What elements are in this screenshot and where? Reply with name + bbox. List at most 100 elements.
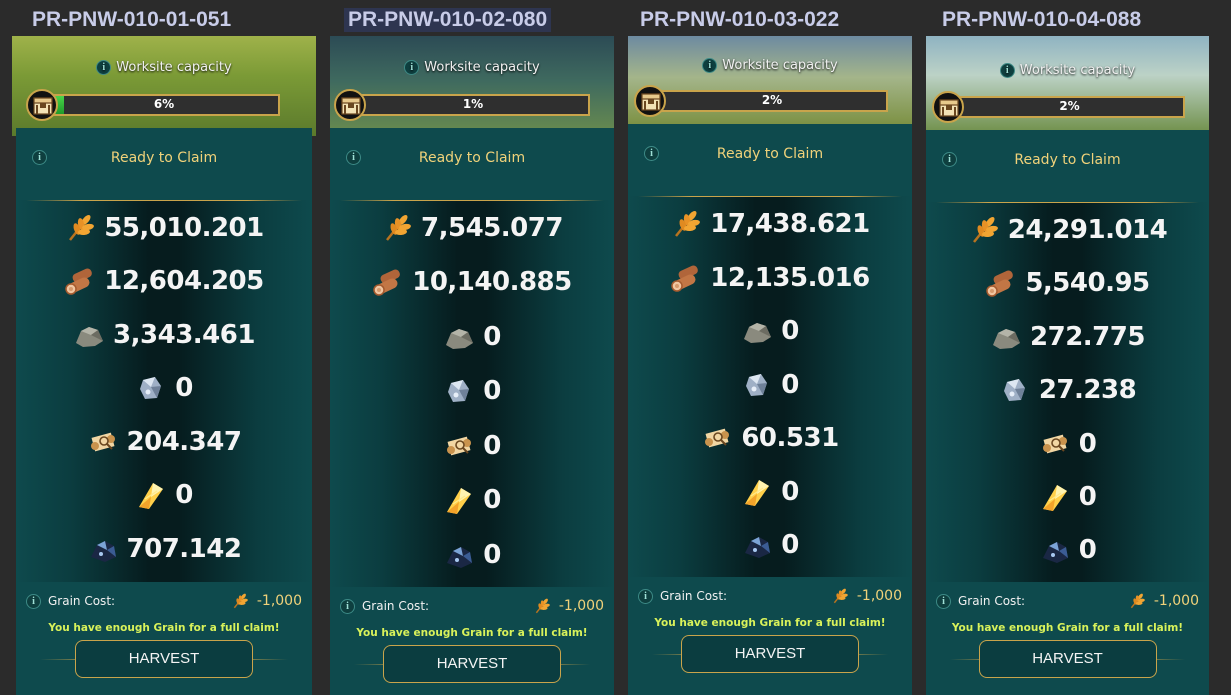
worksite-id: PR-PNW-010-04-088	[942, 8, 1142, 31]
resource-value: 0	[781, 316, 799, 346]
capacity-label-row: i Worksite capacity	[628, 58, 912, 73]
resource-row-wood: 10,140.885	[330, 262, 614, 302]
capacity-percent: 6%	[153, 97, 175, 111]
resource-value: 12,135.016	[710, 263, 870, 293]
resource-value: 0	[483, 322, 501, 352]
crystal-icon	[135, 479, 167, 511]
info-icon[interactable]: i	[999, 63, 1015, 78]
resource-value: 204.347	[126, 427, 242, 457]
capacity-percent: 1%	[462, 97, 484, 111]
ready-to-claim-label: Ready to Claim	[1014, 152, 1121, 168]
resource-value: 0	[483, 431, 501, 461]
harvest-button[interactable]: HARVEST	[978, 640, 1157, 678]
crystal-icon	[443, 484, 475, 516]
info-icon[interactable]: i	[96, 60, 112, 75]
resource-row-grain: 7,545.077	[330, 208, 614, 248]
resource-value: 0	[781, 530, 799, 560]
grain-icon	[1128, 592, 1146, 610]
worksite-column-2: PR-PNW-010-02-080 i Worksite capacity 1% …	[330, 0, 614, 695]
resource-value: 7,545.077	[421, 213, 563, 243]
ready-to-claim-label: Ready to Claim	[110, 150, 218, 166]
claim-footer: i Grain Cost: -1,000 You have enough Gra…	[16, 582, 312, 695]
capacity-bar: 2%	[932, 91, 1185, 123]
scroll-icon	[87, 426, 119, 458]
grain-cost-value: -1,000	[1153, 593, 1199, 609]
resource-row-scroll: 60.531	[628, 418, 912, 458]
worksite-scene: i Worksite capacity 2%	[628, 36, 912, 128]
resource-row-grain: 24,291.014	[926, 210, 1209, 250]
worksite-id: PR-PNW-010-03-022	[640, 8, 840, 31]
resource-value: 10,140.885	[412, 267, 572, 297]
grain-cost-value: -1,000	[856, 588, 902, 604]
capacity-label: Worksite capacity	[1019, 63, 1136, 78]
resource-row-dark-ore: 0	[330, 535, 614, 575]
wood-icon	[64, 265, 96, 297]
grain-cost-label: Grain Cost:	[362, 599, 430, 613]
dark-ore-icon	[741, 529, 773, 561]
harvest-button[interactable]: HARVEST	[75, 640, 253, 678]
capacity-bar: 2%	[634, 85, 888, 117]
resource-value: 0	[1078, 482, 1097, 512]
resource-value: 0	[483, 485, 501, 515]
resource-value: 0	[483, 540, 501, 570]
grain-cost-value: -1,000	[558, 598, 604, 614]
resource-row-scroll: 204.347	[16, 422, 312, 462]
resource-row-iron-ore: 0	[16, 368, 312, 408]
harvest-button[interactable]: HARVEST	[383, 645, 561, 683]
capacity-label-row: i Worksite capacity	[926, 63, 1209, 78]
enough-grain-message: You have enough Grain for a full claim!	[48, 622, 280, 634]
grain-icon	[670, 208, 702, 240]
grain-icon	[381, 212, 413, 244]
capacity-label: Worksite capacity	[722, 58, 838, 73]
resource-row-iron-ore: 0	[628, 365, 912, 405]
enough-grain-message: You have enough Grain for a full claim!	[356, 627, 588, 639]
resource-value: 5,540.95	[1025, 268, 1150, 298]
info-icon[interactable]: i	[340, 598, 355, 614]
worksite-column-4: PR-PNW-010-04-088 i Worksite capacity 2% …	[926, 0, 1209, 695]
claim-panel: i Ready to Claim 55,010.201 12,604.205 3…	[16, 128, 312, 695]
enough-grain-message: You have enough Grain for a full claim!	[951, 622, 1184, 634]
worksite-scene: i Worksite capacity 2%	[926, 36, 1209, 134]
iron-ore-icon	[741, 369, 773, 401]
wood-icon	[670, 262, 702, 294]
resource-row-iron-ore: 0	[330, 371, 614, 411]
resource-value: 55,010.201	[104, 213, 264, 243]
resource-row-crystal: 0	[16, 475, 312, 515]
grain-icon	[231, 592, 249, 610]
stone-icon	[741, 315, 773, 347]
divider	[936, 202, 1199, 203]
stone-icon	[990, 321, 1022, 353]
enough-grain-message: You have enough Grain for a full claim!	[654, 617, 886, 629]
worksite-scene: i Worksite capacity 1%	[330, 36, 614, 136]
resource-row-iron-ore: 27.238	[926, 370, 1209, 410]
scroll-icon	[1039, 428, 1071, 460]
info-icon[interactable]: i	[404, 60, 420, 75]
resource-value: 0	[1078, 535, 1097, 565]
grain-icon	[533, 597, 551, 615]
dark-ore-icon	[87, 533, 119, 565]
iron-ore-icon	[443, 375, 475, 407]
harvest-button[interactable]: HARVEST	[681, 635, 859, 673]
resource-value: 272.775	[1030, 322, 1145, 352]
resource-value: 3,343.461	[113, 320, 255, 350]
iron-ore-icon	[999, 374, 1031, 406]
stone-icon	[73, 319, 105, 351]
info-icon[interactable]: i	[702, 58, 718, 73]
grain-cost-label: Grain Cost:	[958, 594, 1026, 608]
chest-icon	[334, 89, 366, 121]
worksite-column-3: PR-PNW-010-03-022 i Worksite capacity 2% …	[628, 0, 912, 695]
info-icon[interactable]: i	[638, 588, 653, 604]
grain-cost-label: Grain Cost:	[660, 589, 728, 603]
resource-value: 0	[175, 373, 193, 403]
capacity-percent: 2%	[1059, 99, 1080, 113]
grain-icon	[968, 214, 1000, 246]
info-icon[interactable]: i	[26, 593, 41, 609]
claim-footer: i Grain Cost: -1,000 You have enough Gra…	[330, 587, 614, 695]
resource-row-stone: 0	[628, 311, 912, 351]
resource-value: 27.238	[1038, 375, 1137, 405]
resource-row-grain: 17,438.621	[628, 204, 912, 244]
dark-ore-icon	[1039, 534, 1071, 566]
grain-cost-value: -1,000	[256, 593, 302, 609]
resource-value: 0	[781, 370, 799, 400]
info-icon[interactable]: i	[936, 593, 951, 609]
